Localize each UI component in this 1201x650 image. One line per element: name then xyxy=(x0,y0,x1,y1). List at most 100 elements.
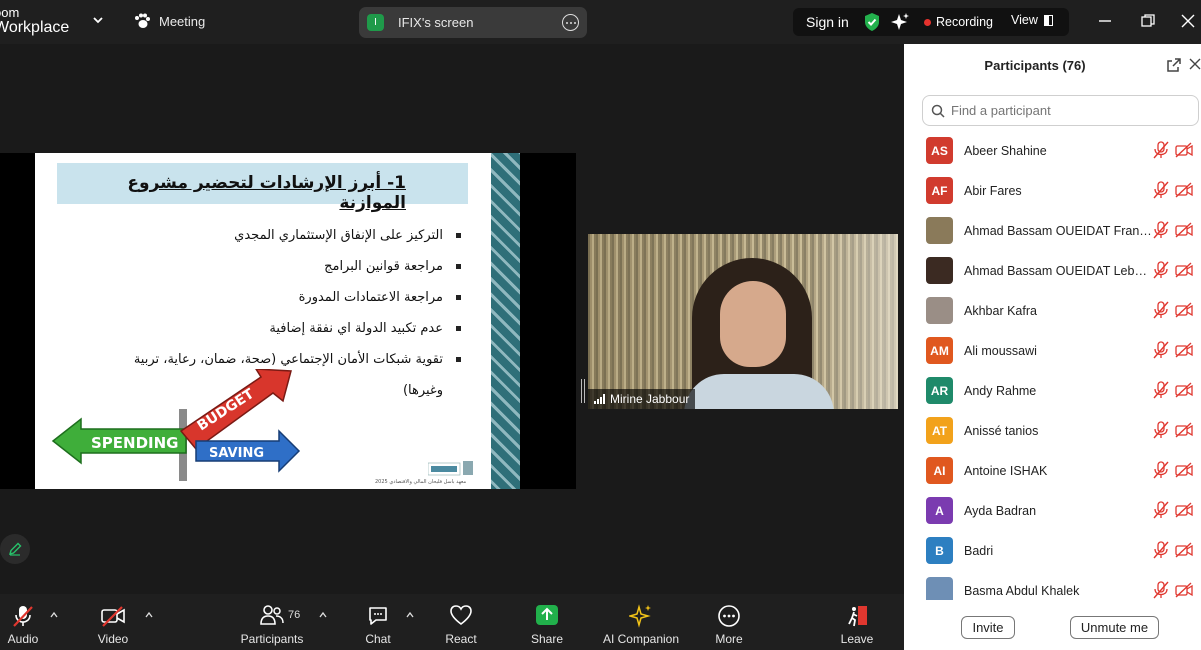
microphone-muted-icon[interactable] xyxy=(1153,501,1169,519)
heart-icon xyxy=(450,605,472,626)
microphone-muted-icon[interactable] xyxy=(1153,421,1169,439)
sign-spending: SPENDING xyxy=(91,434,179,452)
shield-check-icon[interactable] xyxy=(863,12,881,32)
participant-row[interactable]: Ahmad Bassam OUEIDAT France xyxy=(904,212,1201,252)
screen-share-pill[interactable]: I IFIX's screen xyxy=(359,7,587,38)
camera-off-icon[interactable] xyxy=(1175,142,1193,158)
participant-row[interactable]: Basma Abdul Khalek xyxy=(904,572,1201,600)
video-button[interactable]: Video xyxy=(90,594,136,650)
institute-logo xyxy=(428,461,473,476)
microphone-muted-icon[interactable] xyxy=(1153,181,1169,199)
screen-share-label: IFIX's screen xyxy=(398,15,474,30)
slide-title: 1- أبرز الإرشادات لتحضير مشروع الموازنة xyxy=(127,173,406,213)
camera-off-icon[interactable] xyxy=(1175,302,1193,318)
microphone-muted-icon[interactable] xyxy=(1153,581,1169,599)
avatar: B xyxy=(926,537,953,564)
more-options-icon[interactable] xyxy=(562,14,579,31)
participants-button[interactable]: Participants xyxy=(236,594,308,650)
camera-off-icon[interactable] xyxy=(1175,542,1193,558)
app-brand: oom Workplace xyxy=(0,5,69,36)
participant-row[interactable]: AT Anissé tanios xyxy=(904,412,1201,452)
meeting-menu[interactable]: Meeting xyxy=(133,13,205,29)
avatar xyxy=(926,297,953,324)
microphone-muted-icon[interactable] xyxy=(1153,301,1169,319)
camera-off-icon[interactable] xyxy=(1175,462,1193,478)
slide-bullet: مراجعة الاعتمادات المدورة xyxy=(63,282,463,313)
participants-count: 76 xyxy=(288,609,301,621)
participant-name: Anissé tanios xyxy=(964,424,1039,438)
participant-row[interactable]: AR Andy Rahme xyxy=(904,372,1201,412)
participant-row[interactable]: AF Abir Fares xyxy=(904,172,1201,212)
search-icon xyxy=(931,104,945,118)
participant-row[interactable]: AM Ali moussawi xyxy=(904,332,1201,372)
view-menu[interactable]: View xyxy=(1011,13,1053,27)
search-input[interactable] xyxy=(951,103,1181,118)
microphone-muted-icon[interactable] xyxy=(1153,381,1169,399)
restore-icon[interactable] xyxy=(1140,13,1156,29)
close-window-icon[interactable] xyxy=(1180,13,1196,29)
microphone-muted-icon[interactable] xyxy=(1153,541,1169,559)
presentation-slide: 1- أبرز الإرشادات لتحضير مشروع الموازنة … xyxy=(35,153,491,489)
title-bar: oom Workplace Meeting I IFIX's screen Si… xyxy=(0,0,1201,44)
participant-row[interactable]: AS Abeer Shahine xyxy=(904,132,1201,172)
split-resize-handle[interactable] xyxy=(581,379,585,403)
audio-options-caret-icon[interactable] xyxy=(50,611,58,619)
more-button[interactable]: More xyxy=(708,594,750,650)
sign-in-link[interactable]: Sign in xyxy=(806,14,849,30)
participant-name: Ayda Badran xyxy=(964,504,1037,518)
avatar: AI xyxy=(926,457,953,484)
slide-decorative-border xyxy=(491,153,520,489)
speaker-name-tag: Mirine Jabbour xyxy=(588,389,696,409)
audio-button[interactable]: Audio xyxy=(0,594,46,650)
react-button[interactable]: React xyxy=(440,594,482,650)
popout-icon[interactable] xyxy=(1166,57,1182,73)
ai-companion-button[interactable]: AI Companion xyxy=(596,594,686,650)
minimize-icon[interactable] xyxy=(1097,13,1113,29)
microphone-muted-icon[interactable] xyxy=(1153,141,1169,159)
microphone-muted-icon[interactable] xyxy=(1153,221,1169,239)
sparkle-icon[interactable] xyxy=(890,12,910,32)
participant-row[interactable]: AI Antoine ISHAK xyxy=(904,452,1201,492)
participant-row[interactable]: Akhbar Kafra xyxy=(904,292,1201,332)
close-panel-icon[interactable] xyxy=(1189,58,1201,70)
camera-off-icon[interactable] xyxy=(1175,342,1193,358)
leave-button[interactable]: Leave xyxy=(836,594,878,650)
microphone-muted-icon[interactable] xyxy=(1153,461,1169,479)
camera-off-icon[interactable] xyxy=(1175,182,1193,198)
participant-search[interactable] xyxy=(922,95,1199,126)
video-options-caret-icon[interactable] xyxy=(145,611,153,619)
participant-row[interactable]: A Ayda Badran xyxy=(904,492,1201,532)
signal-strength-icon xyxy=(594,394,605,404)
invite-button[interactable]: Invite xyxy=(961,616,1015,639)
chat-options-caret-icon[interactable] xyxy=(406,611,414,619)
paw-icon xyxy=(135,13,150,28)
chevron-down-icon[interactable] xyxy=(90,12,106,28)
sign-saving: SAVING xyxy=(209,446,264,461)
speaker-video[interactable]: Mirine Jabbour xyxy=(588,234,898,409)
camera-off-icon[interactable] xyxy=(1175,222,1193,238)
microphone-muted-icon[interactable] xyxy=(1153,261,1169,279)
camera-off-icon[interactable] xyxy=(1175,582,1193,598)
participant-row[interactable]: B Badri xyxy=(904,532,1201,572)
microphone-muted-icon[interactable] xyxy=(1153,341,1169,359)
participant-row[interactable]: Ahmad Bassam OUEIDAT Lebanon xyxy=(904,252,1201,292)
participant-name: Badri xyxy=(964,544,994,558)
participants-icon xyxy=(260,605,284,625)
camera-off-icon[interactable] xyxy=(1175,262,1193,278)
unmute-me-button[interactable]: Unmute me xyxy=(1070,616,1159,639)
annotate-button[interactable] xyxy=(0,534,30,564)
recording-indicator[interactable]: Recording xyxy=(924,15,993,29)
camera-off-icon[interactable] xyxy=(1175,422,1193,438)
camera-off-icon[interactable] xyxy=(1175,502,1193,518)
leave-label: Leave xyxy=(840,632,874,646)
view-layout-icon xyxy=(1043,14,1053,26)
share-button[interactable]: Share xyxy=(526,594,568,650)
participant-list: AS Abeer Shahine AF Abir Fares Ahmad Bassam … xyxy=(904,130,1201,600)
shared-screen[interactable]: 1- أبرز الإرشادات لتحضير مشروع الموازنة … xyxy=(0,153,576,489)
panel-title: Participants (76) xyxy=(984,58,1086,73)
zoom-window: oom Workplace Meeting I IFIX's screen Si… xyxy=(0,0,1201,650)
chat-button[interactable]: Chat xyxy=(358,594,398,650)
participants-options-caret-icon[interactable] xyxy=(319,611,327,619)
camera-off-icon[interactable] xyxy=(1175,382,1193,398)
slide-bullet: التركيز على الإنفاق الإستثماري المجدي xyxy=(63,220,463,251)
